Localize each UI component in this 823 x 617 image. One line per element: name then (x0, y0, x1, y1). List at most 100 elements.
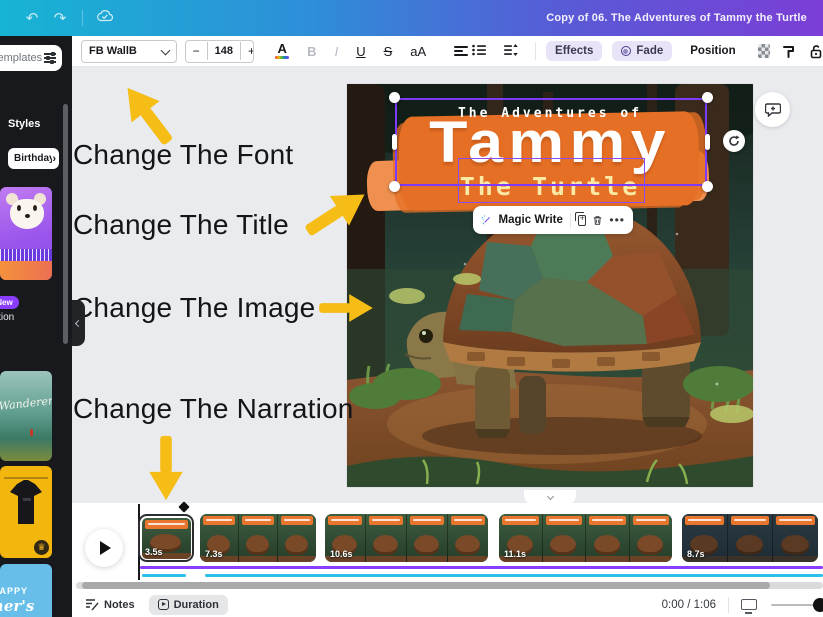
frame-ground (278, 556, 316, 562)
clip-duration: 7.3s (205, 549, 223, 559)
frame-turtle (637, 535, 663, 555)
audio-waveform (0, 249, 52, 261)
sync-rotate-button[interactable] (723, 130, 745, 152)
frame-title-banner (451, 516, 485, 525)
text-color-button[interactable]: A (268, 40, 296, 62)
annotation-change-narration: Change The Narration (73, 393, 354, 425)
bottom-bar: Notes Duration 0:00 / 1:06 (72, 592, 823, 617)
clip-frame (586, 514, 630, 562)
time-display: 0:00 / 1:06 (662, 599, 716, 611)
clip-frame (630, 514, 673, 562)
timeline-scrollbar (76, 582, 823, 589)
filter-sliders-icon[interactable] (44, 51, 56, 65)
trash-icon[interactable] (593, 214, 602, 227)
timeline-clip[interactable]: 11.1s (499, 514, 672, 562)
frame-ground (239, 556, 277, 562)
video-track-line[interactable] (140, 566, 823, 569)
clip-duration: 10.6s (330, 549, 353, 559)
list-icon[interactable] (465, 41, 493, 62)
redo-icon[interactable]: ↷ (46, 9, 74, 27)
timeline-scrollbar-thumb[interactable] (82, 582, 770, 589)
styles-label: Styles (8, 118, 40, 130)
new-badge: New (0, 296, 19, 309)
template-thumbnail-wanderer[interactable]: Wanderer (0, 371, 52, 461)
resize-handle-right[interactable] (705, 134, 710, 150)
timeline-clip[interactable]: 10.6s (325, 514, 488, 562)
chevron-down-icon (162, 45, 169, 57)
subtitle-selection-box[interactable] (458, 158, 645, 203)
audio-track-segment[interactable] (205, 574, 823, 577)
lock-icon[interactable] (809, 44, 823, 59)
template-thumbnail-tshirt[interactable]: ♛ (0, 466, 52, 558)
sidebar: Templates Styles Birthday › New cription… (0, 36, 72, 617)
frame-ground (366, 556, 406, 562)
timeline-clip[interactable]: 3.5s (138, 514, 194, 562)
fullscreen-monitor-icon[interactable] (741, 599, 757, 610)
transparency-icon[interactable] (758, 44, 770, 58)
topbar-divider (82, 10, 83, 26)
fade-button[interactable]: Fade (612, 41, 672, 61)
frame-turtle (285, 535, 309, 555)
resize-handle-top-right[interactable] (702, 92, 713, 103)
add-comment-button[interactable] (755, 92, 790, 127)
duplicate-icon[interactable] (578, 215, 587, 226)
timeline-clip[interactable]: 8.7s (682, 514, 818, 562)
audio-track-segment[interactable] (142, 574, 186, 577)
underline-button[interactable]: U (349, 41, 372, 62)
undo-icon[interactable]: ↶ (18, 9, 46, 27)
slider-knob[interactable] (813, 598, 823, 612)
magic-write-button[interactable]: Magic Write (499, 214, 563, 226)
timeline-zoom-slider[interactable] (771, 598, 823, 612)
timeline-panel: 3.5s 7.3s 10.6s 11.1s 8.7s (72, 503, 823, 592)
resize-handle-bottom-left[interactable] (389, 181, 400, 192)
font-size-increase-button[interactable]: + (241, 44, 254, 58)
templates-search-input[interactable]: Templates (0, 45, 62, 71)
duration-icon (158, 599, 169, 610)
frame-title-banner (145, 520, 188, 529)
effects-button[interactable]: Effects (546, 41, 602, 61)
video-canvas[interactable]: The Adventures of Tammy The Turtle Magic… (347, 84, 753, 487)
bottombar-divider (728, 597, 729, 613)
font-size-value[interactable]: 148 (207, 42, 241, 60)
playhead-marker[interactable] (178, 501, 189, 512)
frame-turtle (373, 535, 398, 555)
template-thumbnail-dog[interactable] (0, 187, 52, 280)
dog-face (10, 199, 44, 229)
document-title[interactable]: Copy of 06. The Adventures of Tammy the … (546, 0, 807, 36)
timeline-clip[interactable]: 7.3s (200, 514, 316, 562)
category-pill-birthday[interactable]: Birthday › (8, 148, 59, 169)
position-button[interactable]: Position (682, 41, 743, 61)
yellow-arrow-to-narration (148, 432, 184, 504)
resize-handle-top-left[interactable] (389, 92, 400, 103)
notes-button[interactable]: Notes (85, 598, 135, 611)
copy-style-icon[interactable] (782, 44, 797, 59)
sidebar-scrollbar[interactable] (63, 104, 68, 344)
clip-duration: 11.1s (504, 549, 526, 559)
template-thumbnail-fathers-day[interactable]: HAPPY ther's DAY ♛ (0, 564, 52, 617)
bold-button[interactable]: B (300, 41, 323, 62)
sidebar-collapse-button[interactable] (72, 300, 85, 346)
duration-button[interactable]: Duration (149, 595, 228, 615)
resize-handle-bottom-right[interactable] (702, 181, 713, 192)
chevron-left-icon (75, 319, 82, 326)
font-selector[interactable]: FB WallB (81, 40, 177, 63)
resize-handle-left[interactable] (392, 134, 397, 150)
frame-turtle (550, 535, 576, 555)
magic-wand-icon (481, 213, 492, 227)
frame-title-banner (546, 516, 583, 525)
strikethrough-button[interactable]: S (377, 41, 400, 62)
italic-button[interactable]: I (328, 41, 346, 62)
frame-title-banner (281, 516, 313, 525)
cloud-saved-icon[interactable] (91, 9, 119, 27)
text-align-icon[interactable] (447, 41, 461, 61)
frame-title-banner (502, 516, 539, 525)
text-case-button[interactable]: aA (403, 41, 433, 62)
frame-ground (773, 556, 818, 562)
search-placeholder: Templates (0, 52, 42, 64)
font-size-decrease-button[interactable]: − (186, 44, 207, 58)
line-spacing-icon[interactable] (497, 41, 525, 62)
frame-turtle (736, 535, 764, 555)
clip-frame (448, 514, 488, 562)
more-options-button[interactable]: ••• (609, 213, 625, 227)
annotation-change-font: Change The Font (73, 139, 293, 171)
